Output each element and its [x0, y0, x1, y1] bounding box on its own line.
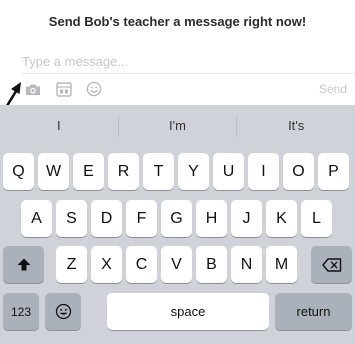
return-key[interactable]: return [275, 293, 352, 330]
key-m[interactable]: M [266, 246, 297, 283]
shift-key[interactable] [3, 246, 44, 283]
key-b[interactable]: B [196, 246, 227, 283]
key-w[interactable]: W [38, 153, 69, 190]
prediction-suggestion[interactable]: I'm [117, 115, 237, 137]
key-p[interactable]: P [318, 153, 349, 190]
key-y[interactable]: Y [178, 153, 209, 190]
on-screen-keyboard: I I'm It's Q W E R T Y U I O P A S D F G… [0, 105, 355, 344]
shift-arrow-icon [17, 258, 30, 271]
key-k[interactable]: K [266, 200, 297, 237]
key-c[interactable]: C [126, 246, 157, 283]
emoji-key[interactable] [45, 293, 81, 330]
prompt-title: Send Bob's teacher a message right now! [48, 14, 307, 29]
key-g[interactable]: G [161, 200, 192, 237]
key-o[interactable]: O [283, 153, 314, 190]
key-d[interactable]: D [91, 200, 122, 237]
camera-icon [26, 84, 40, 95]
emoji-icon [55, 303, 71, 320]
numbers-key[interactable]: 123 [3, 293, 39, 330]
key-z[interactable]: Z [56, 246, 87, 283]
key-u[interactable]: U [213, 153, 244, 190]
key-r[interactable]: R [108, 153, 139, 190]
key-n[interactable]: N [231, 246, 262, 283]
key-q[interactable]: Q [3, 153, 34, 190]
message-input[interactable] [22, 51, 355, 71]
key-a[interactable]: A [21, 200, 52, 237]
key-f[interactable]: F [126, 200, 157, 237]
image-gallery-icon [56, 81, 72, 97]
backspace-icon [321, 257, 341, 272]
smiley-button[interactable] [85, 80, 103, 98]
key-i[interactable]: I [248, 153, 279, 190]
predictive-text-bar: I I'm It's [0, 105, 355, 147]
backspace-key[interactable] [311, 246, 352, 283]
key-v[interactable]: V [161, 246, 192, 283]
image-gallery-button[interactable] [55, 80, 73, 98]
prediction-suggestion[interactable]: It's [236, 115, 355, 137]
send-button[interactable]: Send [319, 82, 347, 96]
camera-button[interactable] [24, 80, 42, 98]
key-t[interactable]: T [143, 153, 174, 190]
key-e[interactable]: E [73, 153, 104, 190]
input-divider [22, 73, 355, 74]
prediction-suggestion[interactable]: I [0, 115, 118, 137]
key-s[interactable]: S [56, 200, 87, 237]
key-h[interactable]: H [196, 200, 227, 237]
key-j[interactable]: J [231, 200, 262, 237]
smiley-icon [86, 81, 102, 97]
space-key[interactable]: space [107, 293, 269, 330]
key-x[interactable]: X [91, 246, 122, 283]
key-l[interactable]: L [301, 200, 332, 237]
